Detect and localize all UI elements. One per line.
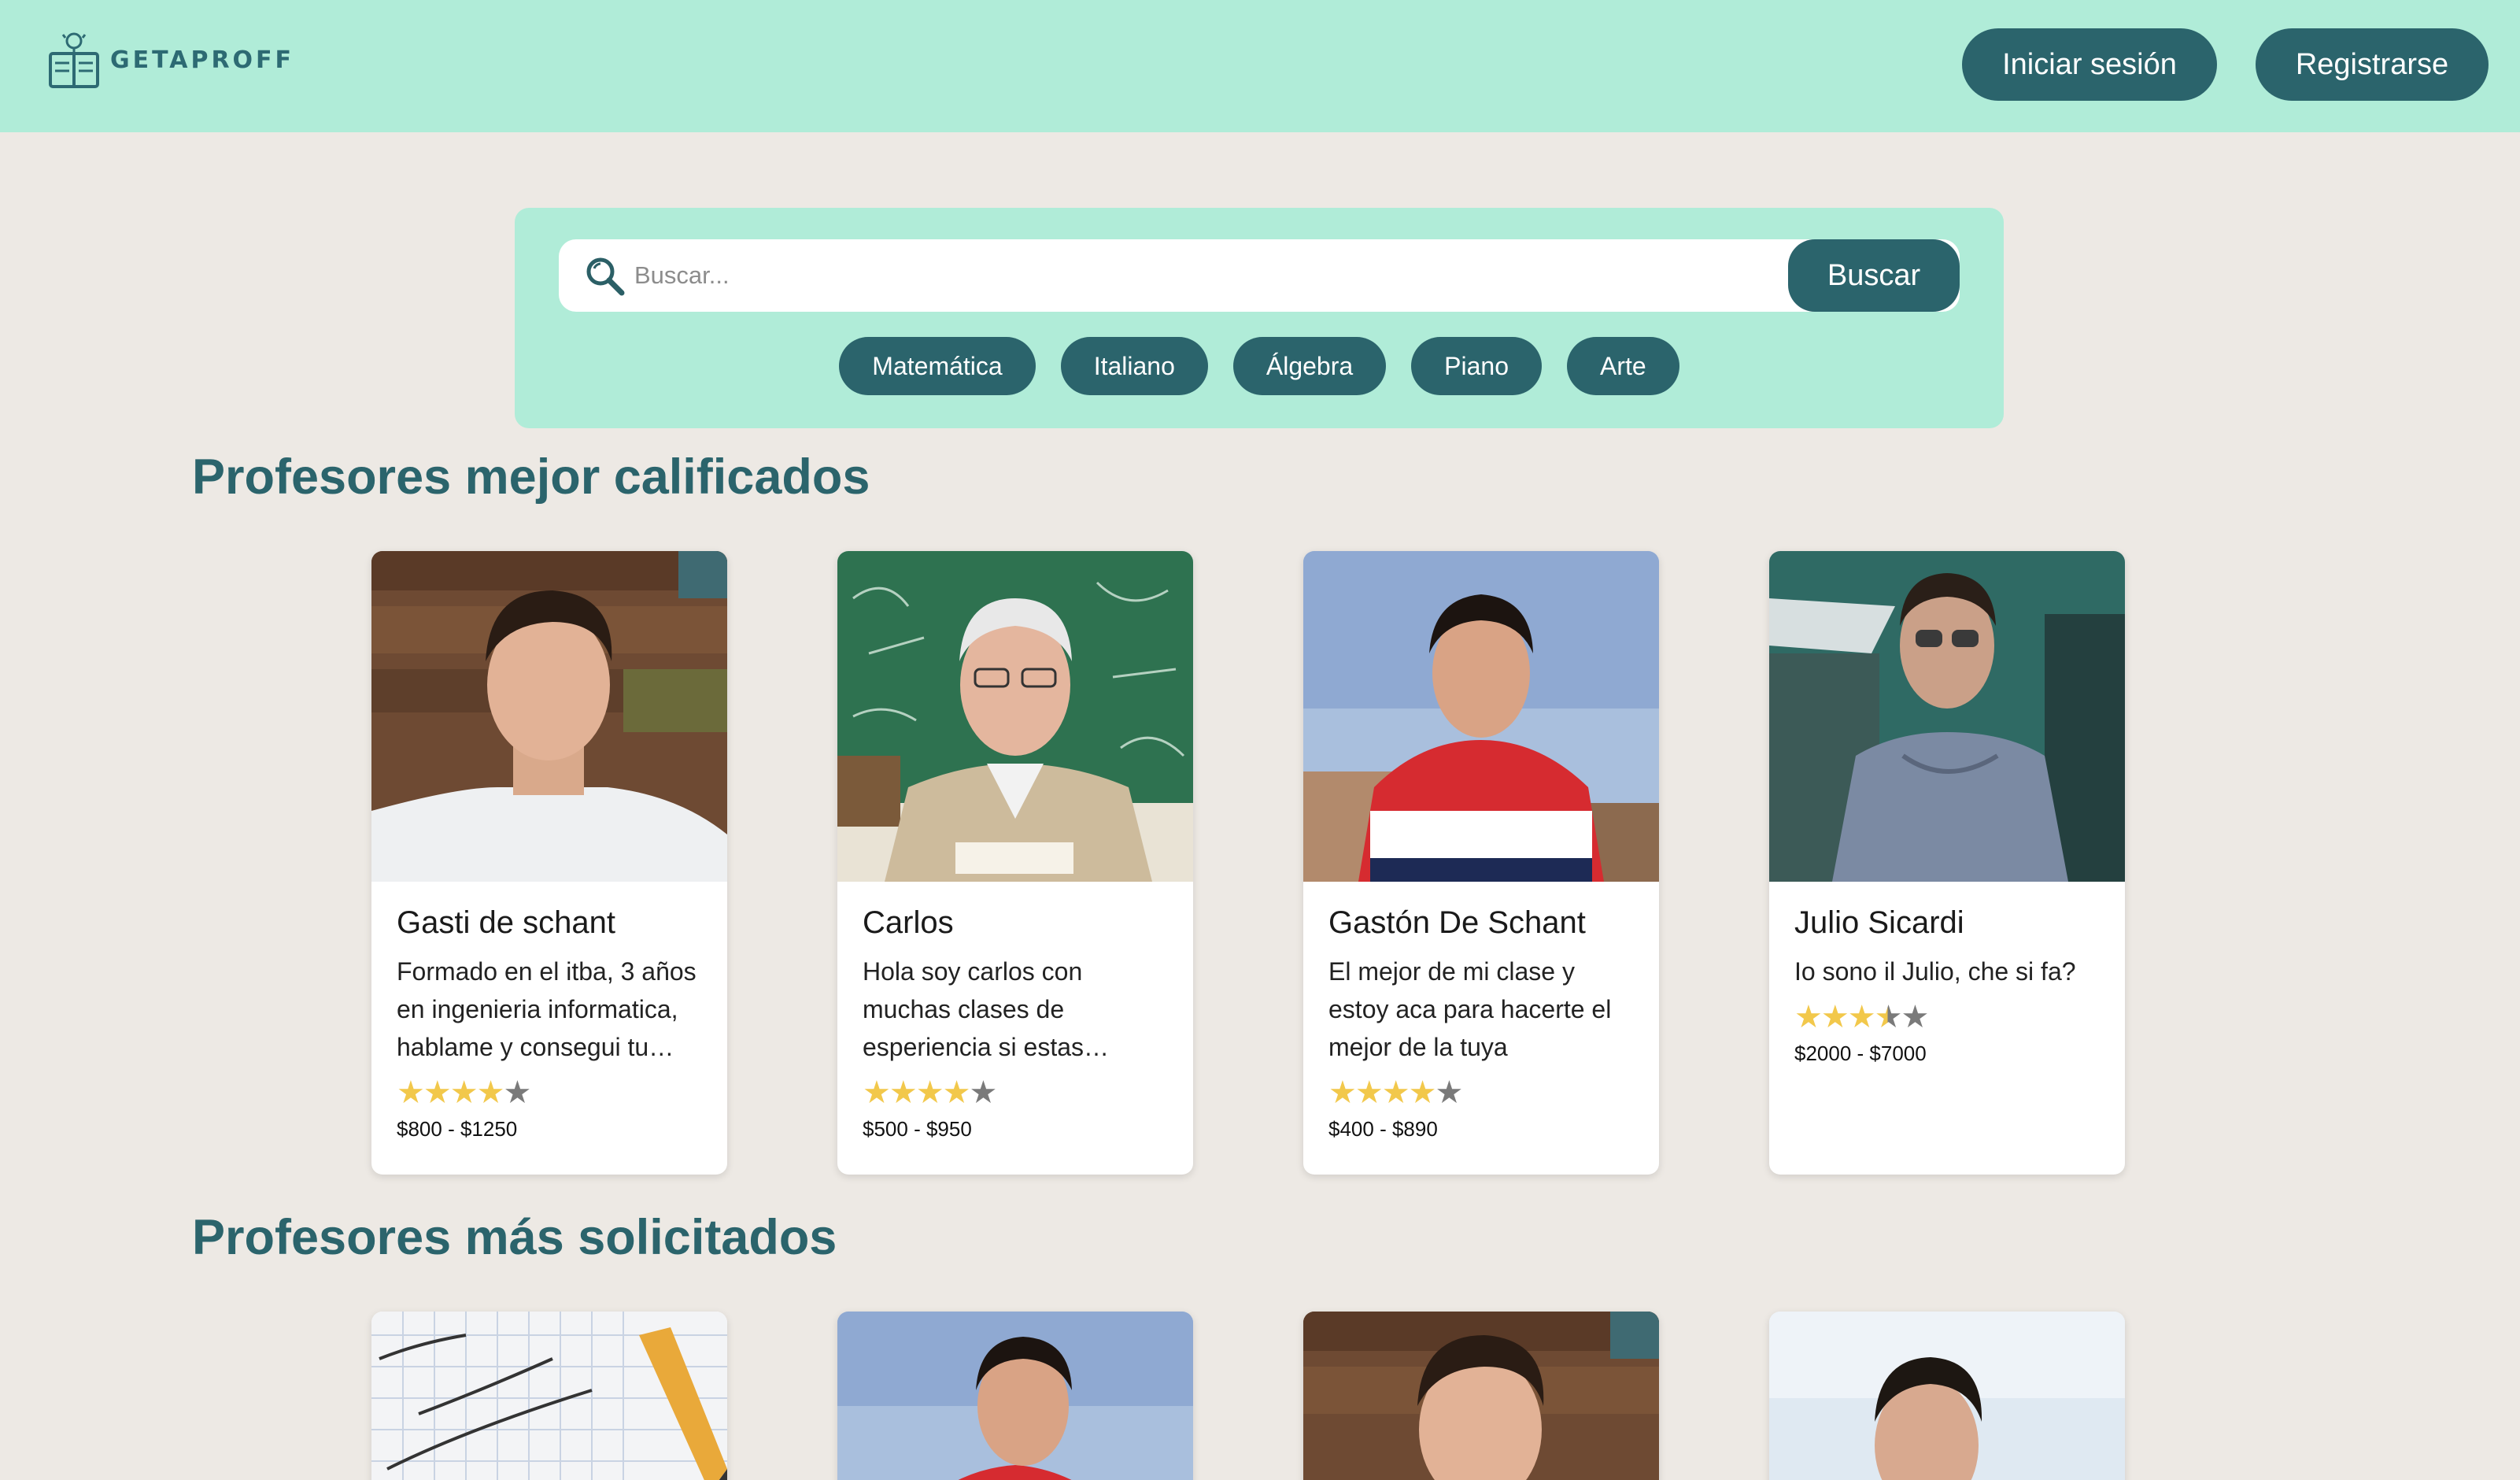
teacher-photo: [371, 551, 727, 882]
teacher-description: Formado en el itba, 3 años en ingenieria…: [397, 957, 697, 1061]
rating-stars: ★★★★★: [863, 1075, 997, 1110]
search-icon: [586, 257, 625, 296]
search-bar: Buscar: [559, 239, 1960, 312]
search-panel: Buscar Matemática Italiano Álgebra Piano…: [515, 208, 2004, 428]
teacher-card[interactable]: [837, 1312, 1193, 1480]
teacher-name: Carlos: [863, 905, 954, 940]
teacher-card[interactable]: Gastón De Schant El mejor de mi clase y …: [1303, 551, 1659, 1175]
teacher-photo: [837, 1312, 1193, 1480]
register-button[interactable]: Registrarse: [2256, 28, 2489, 101]
rating-stars: ★★★★★: [1794, 1000, 1929, 1034]
login-button[interactable]: Iniciar sesión: [1962, 28, 2217, 101]
chip-matematica[interactable]: Matemática: [839, 337, 1036, 395]
teacher-card[interactable]: Julio Sicardi Io sono il Julio, che si f…: [1769, 551, 2125, 1175]
book-lightbulb-icon: [49, 32, 99, 88]
price-range: $800 - $1250: [397, 1117, 518, 1141]
price-range: $500 - $950: [863, 1117, 972, 1141]
search-button[interactable]: Buscar: [1788, 239, 1960, 312]
section-title-most-requested: Profesores más solicitados: [192, 1210, 837, 1265]
teacher-photo: [1303, 1312, 1659, 1480]
chip-algebra[interactable]: Álgebra: [1232, 337, 1387, 395]
teacher-description: Hola soy carlos con muchas clases de esp…: [863, 957, 1084, 1061]
subject-chips: Matemática Italiano Álgebra Piano Arte: [515, 337, 2004, 395]
rating-stars: ★★★★★: [1328, 1075, 1463, 1110]
teacher-card[interactable]: [371, 1312, 727, 1480]
brand-name: GETAPROFF: [110, 46, 295, 74]
top-navbar: GETAPROFF Iniciar sesión Registrarse: [0, 0, 2520, 132]
section-title-top-rated: Profesores mejor calificados: [192, 450, 870, 505]
teacher-photo: [1769, 551, 2125, 882]
teacher-photo: [837, 551, 1193, 882]
chip-piano[interactable]: Piano: [1411, 337, 1543, 395]
teacher-description: El mejor de mi clase y estoy aca para ha…: [1328, 957, 1612, 1061]
teacher-card[interactable]: [1769, 1312, 2125, 1480]
teacher-card[interactable]: Gasti de schant Formado en el itba, 3 añ…: [371, 551, 727, 1175]
chip-arte[interactable]: Arte: [1567, 337, 1679, 395]
teacher-name: Gastón De Schant: [1328, 905, 1586, 940]
search-input[interactable]: [634, 252, 1705, 299]
teacher-name: Gasti de schant: [397, 905, 615, 940]
price-range: $400 - $890: [1328, 1117, 1438, 1141]
teacher-photo: [1769, 1312, 2125, 1480]
teacher-description: Io sono il Julio, che si fa?: [1794, 957, 2076, 986]
teacher-photo: [371, 1312, 727, 1480]
teacher-card[interactable]: Carlos Hola soy carlos con muchas clases…: [837, 551, 1193, 1175]
chip-italiano[interactable]: Italiano: [1060, 337, 1208, 395]
teacher-card[interactable]: [1303, 1312, 1659, 1480]
rating-stars: ★★★★★: [397, 1075, 531, 1110]
teacher-photo: [1303, 551, 1659, 882]
brand-logo[interactable]: GETAPROFF: [46, 30, 294, 90]
price-range: $2000 - $7000: [1794, 1042, 1927, 1065]
teacher-name: Julio Sicardi: [1794, 905, 1964, 940]
